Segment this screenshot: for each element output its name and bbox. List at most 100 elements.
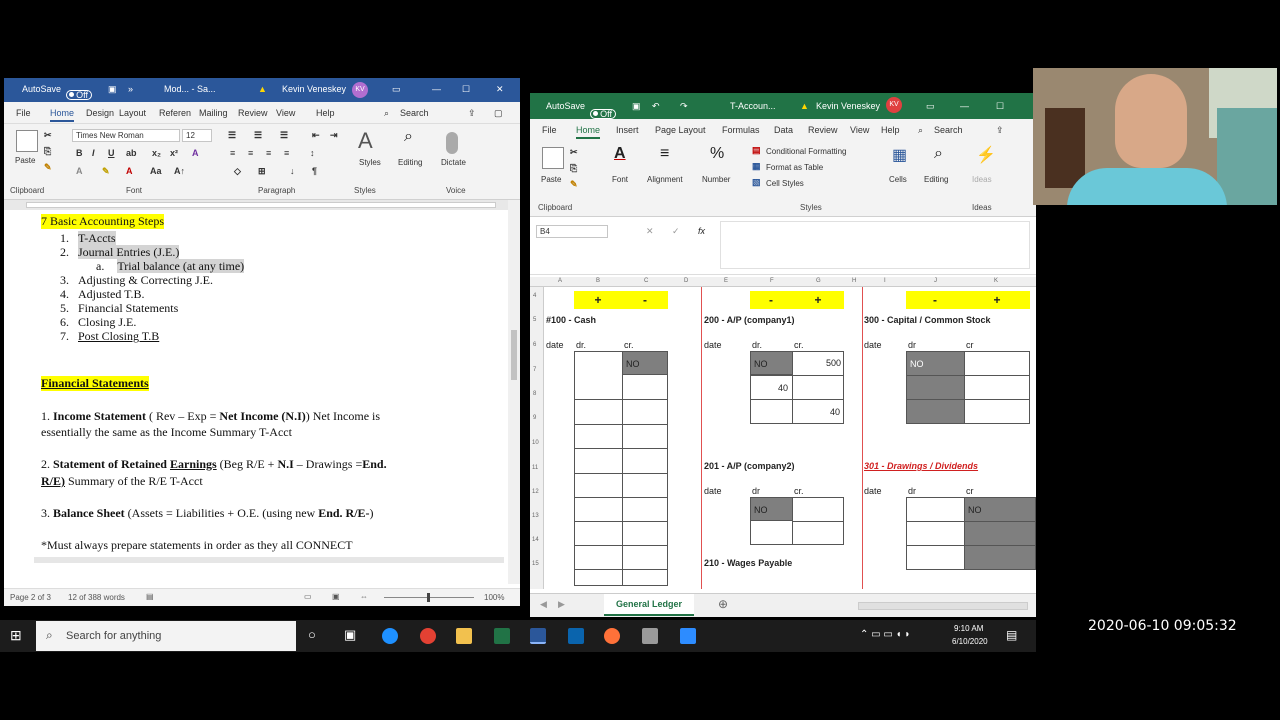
cash-cr-header[interactable]: cr.: [624, 340, 634, 350]
row-header[interactable]: 10: [532, 440, 539, 446]
system-tray-icons[interactable]: ⌃ ▭ ▭ ◖ ◗: [860, 629, 910, 640]
borders-icon[interactable]: ⊞: [258, 166, 266, 177]
chrome-icon[interactable]: [420, 628, 436, 644]
tab-insert[interactable]: Design: [86, 108, 114, 118]
align-right-icon[interactable]: ≡: [266, 148, 271, 158]
numbering-icon[interactable]: ☰: [254, 130, 262, 141]
horizontal-scrollbar[interactable]: [34, 557, 504, 563]
text-effects-icon[interactable]: A: [76, 166, 83, 176]
draw-cr-header[interactable]: cr: [966, 486, 974, 496]
paste-icon[interactable]: [542, 147, 564, 169]
function-icon[interactable]: fx: [698, 226, 705, 236]
ap1-no-cell[interactable]: NO: [750, 351, 793, 375]
tab-view[interactable]: Help: [316, 108, 335, 118]
microphone-icon[interactable]: [446, 132, 458, 154]
cash-credit-sign[interactable]: -: [622, 291, 668, 309]
decrease-indent-icon[interactable]: ⇤: [312, 130, 320, 141]
col-header[interactable]: G: [816, 278, 821, 284]
cap-dr-header[interactable]: dr: [908, 340, 916, 350]
word-icon[interactable]: [530, 628, 546, 644]
add-sheet-icon[interactable]: ⊕: [718, 597, 728, 611]
word-count[interactable]: 12 of 388 words: [68, 593, 125, 602]
conditional-formatting-button[interactable]: Conditional Formatting: [766, 147, 846, 156]
search-icon[interactable]: ⌕: [384, 108, 389, 119]
firefox-icon[interactable]: [604, 628, 620, 644]
cash-dr-header[interactable]: dr.: [576, 340, 586, 350]
draw-dr-header[interactable]: dr: [908, 486, 916, 496]
cells-icon[interactable]: ▦: [892, 145, 907, 165]
alignment-icon[interactable]: ≡: [660, 145, 669, 163]
tab-page-layout[interactable]: Page Layout: [655, 125, 706, 135]
cell-styles-icon[interactable]: ▧: [752, 177, 761, 188]
search-label[interactable]: Search: [400, 108, 429, 118]
task-view-icon[interactable]: ▣: [344, 627, 356, 643]
name-box[interactable]: B4: [536, 225, 608, 238]
row-header[interactable]: 8: [533, 391, 536, 397]
tab-file[interactable]: File: [542, 125, 557, 135]
ap2-dr-header[interactable]: dr: [752, 486, 760, 496]
col-header[interactable]: F: [770, 278, 774, 284]
editing-button[interactable]: Editing: [924, 175, 948, 184]
tab-insert[interactable]: Insert: [616, 125, 639, 135]
clock-date[interactable]: 6/10/2020: [952, 637, 988, 646]
page-count[interactable]: Page 2 of 3: [10, 593, 51, 602]
cash-debit-column[interactable]: [574, 351, 623, 586]
tab-view[interactable]: View: [850, 125, 869, 135]
row-header[interactable]: 13: [532, 513, 539, 519]
ideas-button[interactable]: Ideas: [972, 175, 992, 184]
show-marks-icon[interactable]: ¶: [312, 166, 317, 176]
format-table-icon[interactable]: ▦: [752, 161, 761, 172]
prev-sheet-icon[interactable]: ◀: [540, 599, 547, 610]
redo-icon[interactable]: ↷: [680, 101, 688, 112]
ideas-icon[interactable]: ⚡: [976, 145, 996, 165]
save-icon[interactable]: ▣: [632, 101, 641, 112]
cash-no-cell[interactable]: NO: [622, 351, 668, 375]
paste-button[interactable]: Paste: [15, 156, 35, 165]
sort-icon[interactable]: ↓: [290, 166, 295, 176]
scroll-thumb[interactable]: [511, 330, 517, 380]
account-title-capital[interactable]: 300 - Capital / Common Stock: [864, 315, 991, 325]
format-painter-icon[interactable]: ✎: [570, 179, 578, 190]
excel-icon[interactable]: [494, 628, 510, 644]
row-header[interactable]: 7: [533, 367, 536, 373]
font-icon[interactable]: A: [614, 145, 626, 163]
cap-cr-header[interactable]: cr: [966, 340, 974, 350]
line-spacing-icon[interactable]: ↕: [310, 148, 315, 158]
col-header[interactable]: J: [934, 278, 937, 284]
share-icon[interactable]: ⇪: [996, 125, 1004, 136]
col-header[interactable]: I: [884, 278, 886, 284]
horizontal-scrollbar[interactable]: [858, 602, 1028, 610]
tab-home[interactable]: Home: [576, 125, 601, 139]
conditional-format-icon[interactable]: ▤: [752, 145, 761, 156]
outlook-icon[interactable]: [568, 628, 584, 644]
ap2-no-cell[interactable]: NO: [750, 497, 793, 521]
percent-icon[interactable]: %: [710, 145, 724, 163]
minimize-icon[interactable]: —: [960, 101, 969, 111]
next-sheet-icon[interactable]: ▶: [558, 599, 565, 610]
sheet-tab-general-ledger[interactable]: General Ledger: [604, 594, 695, 616]
col-header[interactable]: K: [994, 278, 998, 284]
copy-icon[interactable]: ⎘: [44, 146, 51, 157]
styles-button[interactable]: Styles: [359, 158, 381, 167]
col-header[interactable]: B: [596, 278, 600, 284]
editing-button[interactable]: Editing: [398, 158, 422, 167]
zoom-level[interactable]: 100%: [484, 593, 504, 602]
clear-format-icon[interactable]: A: [192, 148, 199, 158]
ribbon-display-icon[interactable]: ▭: [392, 84, 401, 95]
vertical-scrollbar[interactable]: [508, 200, 520, 584]
cash-credit-column[interactable]: [622, 351, 668, 586]
number-button[interactable]: Number: [702, 175, 730, 184]
font-size-select[interactable]: 12: [182, 129, 212, 142]
ap1-credit-value[interactable]: 40: [830, 407, 840, 417]
search-label[interactable]: Search: [934, 125, 963, 135]
notifications-icon[interactable]: ▤: [1006, 628, 1017, 642]
col-header[interactable]: C: [644, 278, 648, 284]
styles-icon[interactable]: A: [358, 128, 382, 154]
cancel-icon[interactable]: ✕: [646, 226, 654, 237]
multilevel-icon[interactable]: ☰: [280, 130, 288, 141]
avatar[interactable]: KV: [352, 82, 368, 98]
col-header[interactable]: D: [684, 278, 688, 284]
format-painter-icon[interactable]: ✎: [44, 162, 52, 173]
tab-home[interactable]: Home: [50, 108, 75, 122]
formula-input[interactable]: [720, 221, 1030, 269]
